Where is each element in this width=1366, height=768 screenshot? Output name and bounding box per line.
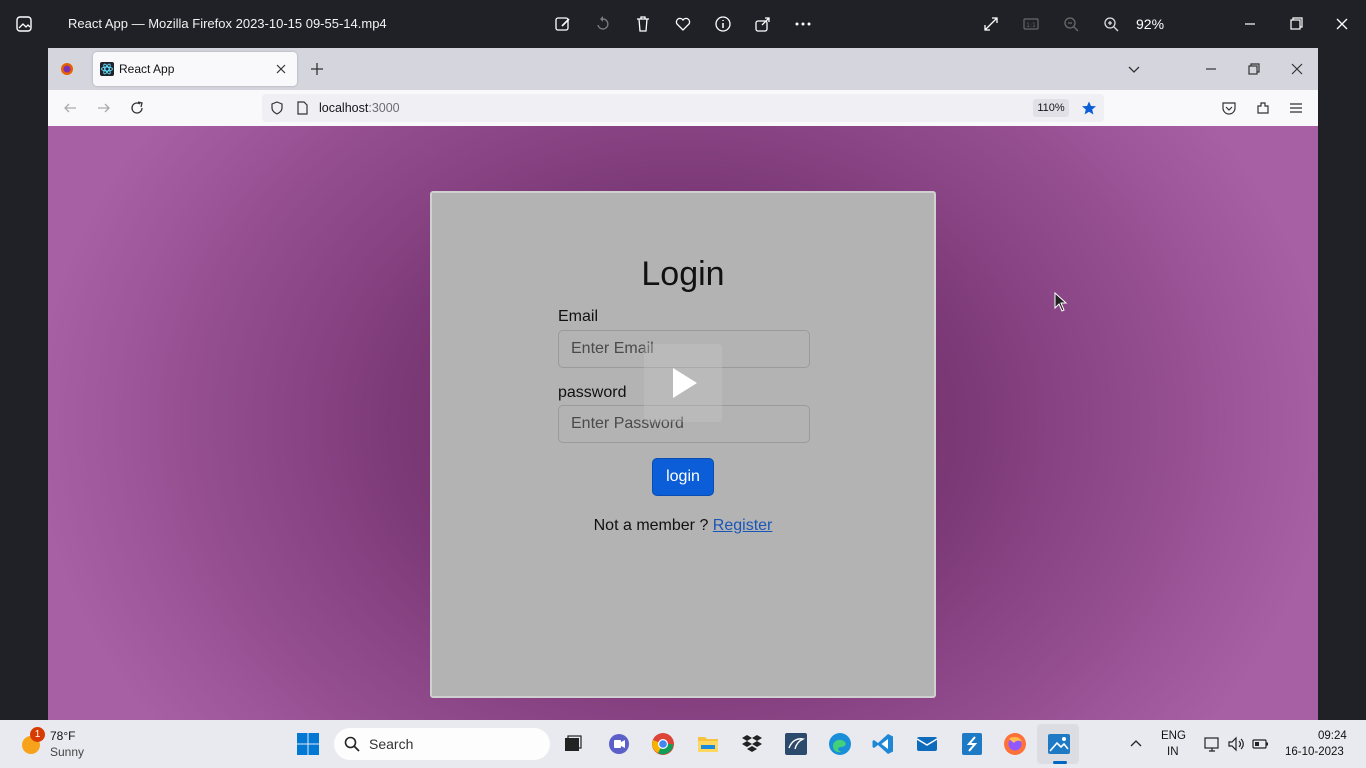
show-hidden-icons-chevron-icon[interactable] bbox=[1122, 730, 1150, 758]
language-region[interactable]: IN bbox=[1167, 746, 1179, 758]
register-link[interactable]: Register bbox=[713, 517, 773, 534]
taskbar: 1 78°F Sunny Search ENG IN 09:24 16-10-2… bbox=[0, 720, 1366, 768]
react-favicon-icon bbox=[97, 59, 117, 79]
play-button[interactable] bbox=[644, 344, 722, 422]
favorite-heart-icon[interactable] bbox=[671, 12, 695, 36]
tab-close-icon[interactable] bbox=[271, 59, 291, 79]
register-prompt: Not a member ? Register bbox=[432, 517, 934, 535]
fullscreen-icon[interactable] bbox=[979, 12, 1003, 36]
member-text: Not a member ? bbox=[593, 517, 713, 534]
clock-time[interactable]: 09:24 bbox=[1318, 730, 1347, 742]
weather-badge: 1 bbox=[30, 727, 45, 742]
play-icon bbox=[673, 368, 697, 398]
share-icon[interactable] bbox=[751, 12, 775, 36]
tab-strip: React App bbox=[48, 48, 1318, 90]
firefox-view-icon[interactable] bbox=[57, 59, 77, 79]
zoom-level[interactable]: 92% bbox=[1136, 16, 1164, 32]
photos-app-icon bbox=[12, 12, 36, 36]
delete-icon[interactable] bbox=[631, 12, 655, 36]
active-indicator bbox=[1053, 761, 1067, 764]
forward-arrow-icon[interactable] bbox=[94, 98, 114, 118]
weather-description[interactable]: Sunny bbox=[50, 745, 84, 759]
edit-icon[interactable] bbox=[551, 12, 575, 36]
list-tabs-chevron-icon[interactable] bbox=[1124, 59, 1144, 79]
windows-start-icon[interactable] bbox=[294, 730, 322, 758]
firefox-icon[interactable] bbox=[1001, 730, 1029, 758]
file-explorer-icon[interactable] bbox=[694, 730, 722, 758]
ff-minimize-icon[interactable] bbox=[1201, 59, 1221, 79]
mysql-workbench-icon[interactable] bbox=[782, 730, 810, 758]
mail-icon[interactable] bbox=[913, 730, 941, 758]
window-title: React App — Mozilla Firefox 2023-10-15 0… bbox=[68, 16, 387, 31]
weather-temperature[interactable]: 78°F bbox=[50, 729, 75, 743]
page-zoom-badge[interactable]: 110% bbox=[1033, 99, 1069, 117]
search-label: Search bbox=[369, 736, 414, 752]
mouse-cursor-icon bbox=[1054, 291, 1068, 317]
vscode-icon[interactable] bbox=[869, 730, 897, 758]
hamburger-menu-icon[interactable] bbox=[1286, 98, 1306, 118]
language-indicator[interactable]: ENG bbox=[1161, 730, 1186, 742]
login-card: Login Email password login Not a member … bbox=[430, 191, 936, 698]
login-button[interactable]: login bbox=[652, 458, 714, 496]
page-info-icon[interactable] bbox=[292, 98, 312, 118]
navigation-toolbar: localhost:3000 110% bbox=[48, 90, 1318, 126]
info-icon[interactable] bbox=[711, 12, 735, 36]
pocket-icon[interactable] bbox=[1219, 98, 1239, 118]
tracking-shield-icon[interactable] bbox=[267, 98, 287, 118]
minimize-icon[interactable] bbox=[1238, 12, 1262, 36]
svg-text:1:1: 1:1 bbox=[1026, 22, 1036, 29]
bookmark-star-icon[interactable] bbox=[1079, 98, 1099, 118]
close-icon[interactable] bbox=[1330, 12, 1354, 36]
clock-date[interactable]: 16-10-2023 bbox=[1285, 746, 1344, 758]
chrome-icon[interactable] bbox=[649, 730, 677, 758]
sourcetree-app-icon[interactable] bbox=[958, 730, 986, 758]
taskbar-search-box[interactable]: Search bbox=[334, 728, 550, 760]
dropbox-icon[interactable] bbox=[738, 730, 766, 758]
url-text[interactable]: localhost:3000 bbox=[319, 101, 400, 115]
zoom-out-icon[interactable] bbox=[1059, 12, 1083, 36]
restore-icon[interactable] bbox=[1284, 12, 1308, 36]
back-arrow-icon[interactable] bbox=[60, 98, 80, 118]
tab-title: React App bbox=[119, 62, 175, 76]
ff-restore-icon[interactable] bbox=[1244, 59, 1264, 79]
tab-react-app[interactable]: React App bbox=[93, 52, 297, 86]
zoom-in-icon[interactable] bbox=[1099, 12, 1123, 36]
extensions-icon[interactable] bbox=[1253, 98, 1273, 118]
edge-icon[interactable] bbox=[826, 730, 854, 758]
new-tab-icon[interactable] bbox=[307, 59, 327, 79]
photos-taskbar-icon[interactable] bbox=[1045, 730, 1073, 758]
task-view-icon[interactable] bbox=[559, 730, 587, 758]
page-title: Login bbox=[641, 255, 725, 293]
firefox-window: React App localhost:3000 110% Login Emai… bbox=[48, 48, 1318, 720]
ff-close-icon[interactable] bbox=[1287, 59, 1307, 79]
search-icon bbox=[344, 736, 360, 757]
battery-icon[interactable] bbox=[1246, 730, 1274, 758]
page-viewport: Login Email password login Not a member … bbox=[48, 126, 1318, 720]
password-label: password bbox=[558, 384, 627, 401]
reload-icon[interactable] bbox=[127, 98, 147, 118]
media-player-titlebar: React App — Mozilla Firefox 2023-10-15 0… bbox=[0, 0, 1366, 48]
url-bar[interactable]: localhost:3000 110% bbox=[262, 94, 1104, 122]
actual-size-icon[interactable]: 1:1 bbox=[1019, 12, 1043, 36]
teams-chat-icon[interactable] bbox=[605, 730, 633, 758]
email-label: Email bbox=[558, 308, 599, 325]
more-options-icon[interactable] bbox=[791, 12, 815, 36]
rotate-icon[interactable] bbox=[591, 12, 615, 36]
